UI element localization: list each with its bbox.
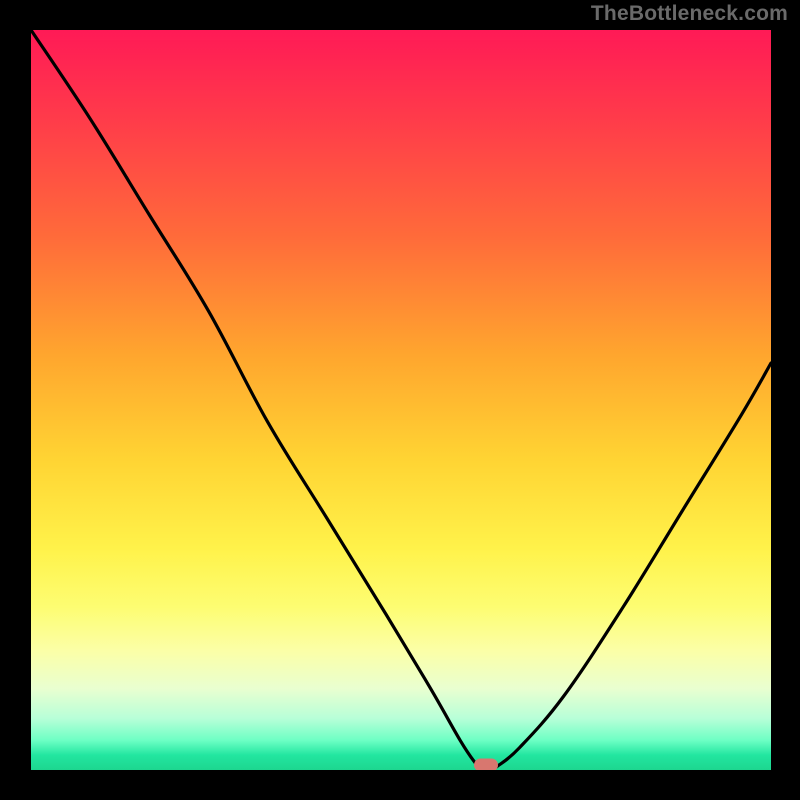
- chart-frame: TheBottleneck.com: [0, 0, 800, 800]
- minimum-marker: [474, 759, 498, 771]
- plot-area: [31, 30, 771, 770]
- watermark-text: TheBottleneck.com: [591, 2, 788, 26]
- bottleneck-curve: [31, 30, 771, 770]
